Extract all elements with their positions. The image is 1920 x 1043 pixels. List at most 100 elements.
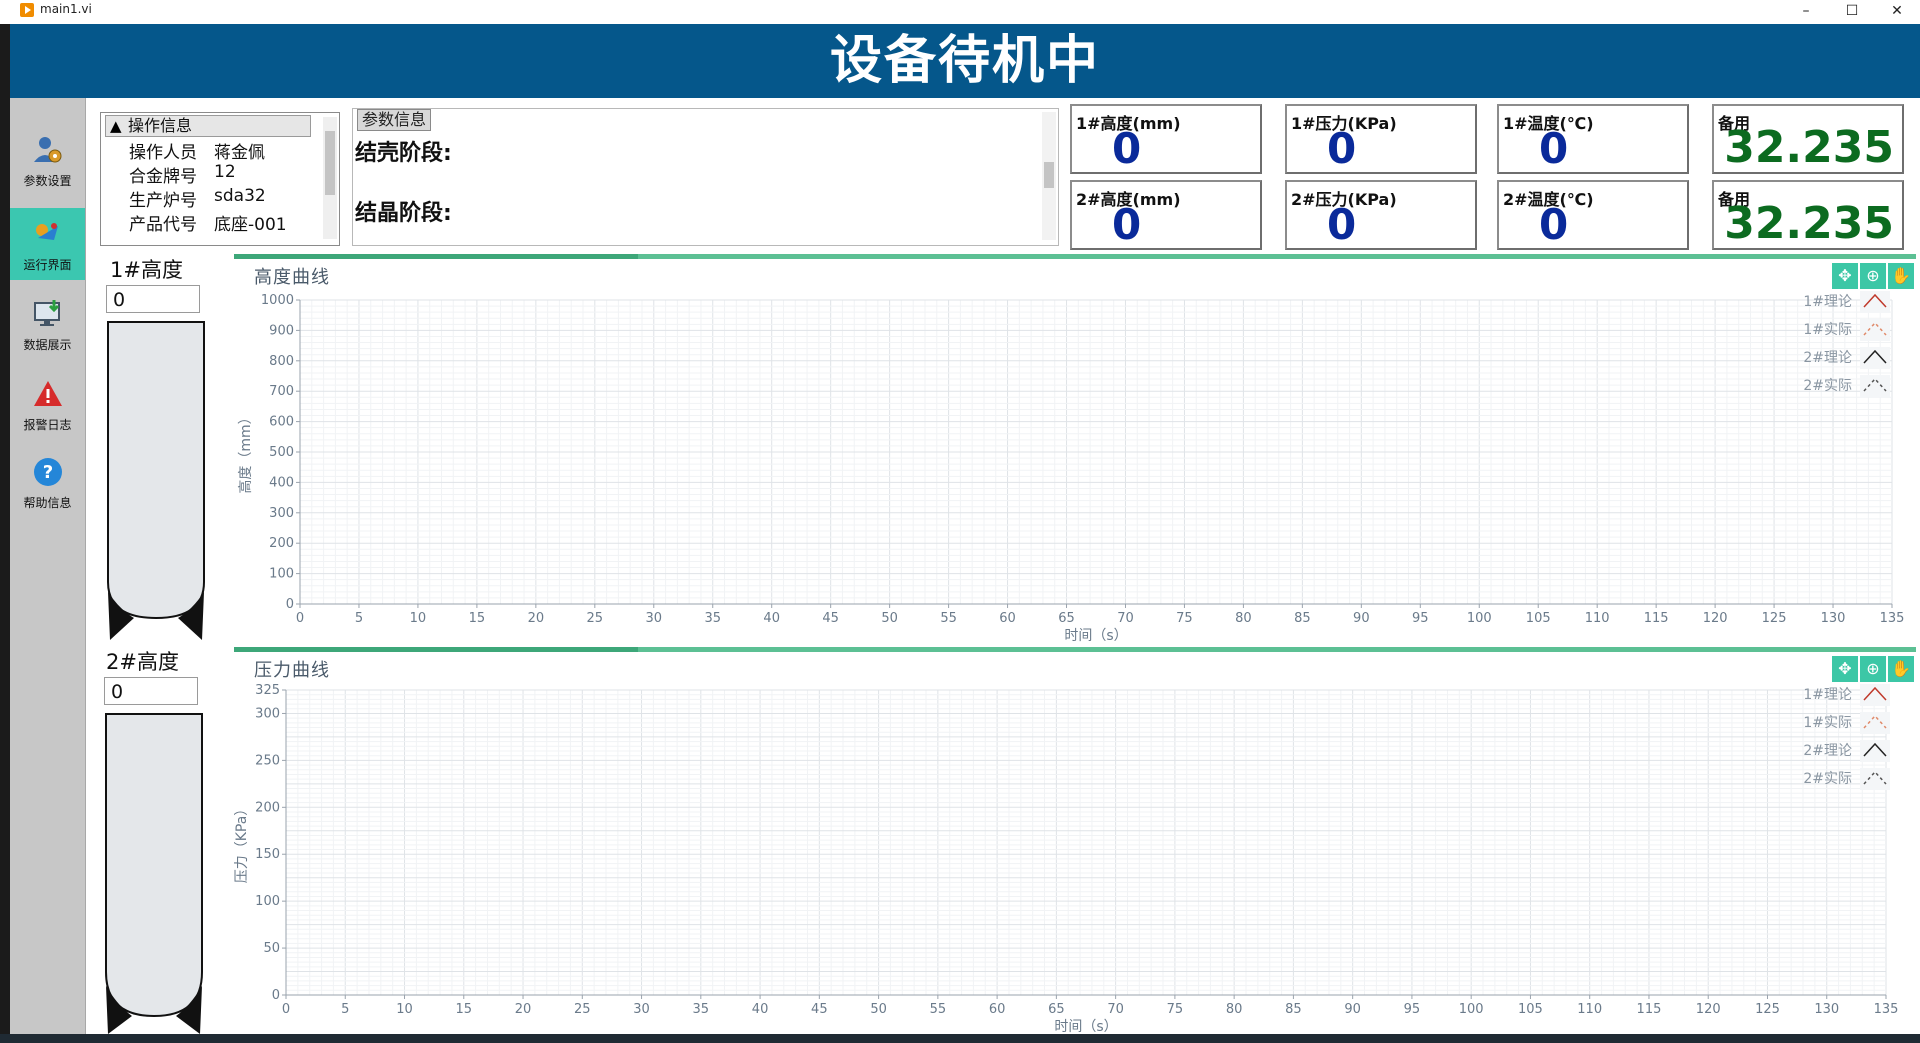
x-tick-label: 100 (1467, 611, 1492, 626)
readout-value: 0 (1112, 200, 1142, 249)
run-interface-icon (36, 223, 58, 240)
y-tick-label: 500 (269, 445, 294, 460)
info-key: 合金牌号 (129, 167, 197, 187)
window-title-bar: main1.vi – ☐ ✕ (0, 0, 1920, 24)
legend-label: 2#实际 (1803, 771, 1852, 787)
x-tick-label: 50 (881, 611, 898, 626)
info-value: 12 (214, 162, 236, 182)
minimize-button[interactable]: – (1783, 0, 1829, 22)
x-tick-label: 100 (1459, 1002, 1484, 1017)
x-tick-label: 105 (1518, 1002, 1543, 1017)
x-tick-label: 70 (1117, 611, 1134, 626)
x-tick-label: 125 (1762, 611, 1787, 626)
sidebar-item-label: 帮助信息 (23, 496, 72, 510)
x-tick-label: 15 (469, 611, 486, 626)
x-tick-label: 55 (940, 611, 957, 626)
tank-2-title: 2#高度 (106, 650, 179, 674)
x-tick-label: 55 (930, 1002, 947, 1017)
x-tick-label: 30 (633, 1002, 650, 1017)
legend-label: 2#理论 (1803, 743, 1852, 759)
app-icon (20, 3, 34, 17)
y-tick-label: 100 (255, 894, 280, 909)
spare-2-readout: 备用 32.235 (1712, 180, 1904, 250)
pressure-chart[interactable]: 0 5 10 15 20 25 30 35 40 45 50 55 60 65 70 75 80 85 90 95 10… (234, 652, 1916, 1034)
legend-label: 1#实际 (1803, 322, 1852, 338)
info-value: 蒋金佩 (214, 143, 265, 163)
pressure-chart-panel: 压力曲线 ✥ ⊕ ✋ 0 5 10 15 20 25 30 35 40 45 50 55 60 65 70 75 8… (234, 647, 1916, 1039)
x-tick-label: 85 (1285, 1002, 1302, 1017)
x-tick-label: 20 (515, 1002, 532, 1017)
left-edge (0, 24, 10, 1034)
legend-swatch-bg (1860, 712, 1890, 734)
height-chart[interactable]: 0 5 10 15 20 25 30 35 40 45 50 55 60 65 70 75 80 85 90 95 10… (234, 259, 1916, 647)
device-status-title: 设备待机中 (829, 31, 1100, 91)
x-tick-label: 0 (296, 611, 304, 626)
y-tick-label: 1000 (261, 293, 294, 308)
tank-2-height-field[interactable]: 0 (104, 677, 198, 705)
y-tick-label: 800 (269, 354, 294, 369)
taskbar-strip (0, 1034, 1920, 1043)
x-tick-label: 10 (410, 611, 427, 626)
height-2-readout: 2#高度(mm) 0 (1070, 180, 1262, 250)
x-tick-label: 25 (574, 1002, 591, 1017)
legend-label: 1#理论 (1803, 294, 1852, 310)
x-tick-label: 0 (282, 1002, 290, 1017)
x-tick-label: 115 (1637, 1002, 1662, 1017)
x-tick-label: 90 (1344, 1002, 1361, 1017)
operator-info-list[interactable]: ▲ 操作信息 操作人员 蒋金佩 合金牌号 12 生产炉号 sda32 产品代号 … (100, 112, 340, 246)
data-display-icon (34, 300, 60, 326)
legend-swatch-bg (1860, 319, 1890, 341)
y-axis-label: 压力（KPa） (234, 802, 250, 884)
svg-text:?: ? (43, 462, 53, 483)
x-tick-label: 110 (1577, 1002, 1602, 1017)
x-tick-label: 95 (1412, 611, 1429, 626)
sidebar-item-label: 参数设置 (23, 174, 72, 188)
x-tick-label: 15 (456, 1002, 473, 1017)
sidebar-item-alarm[interactable]: 报警日志 (10, 368, 85, 440)
info-list-scrollbar[interactable] (323, 117, 337, 239)
legend-label: 2#理论 (1803, 350, 1852, 366)
x-tick-label: 80 (1226, 1002, 1243, 1017)
info-list-header[interactable]: ▲ 操作信息 (105, 115, 311, 137)
x-tick-label: 65 (1048, 1002, 1065, 1017)
info-value: sda32 (214, 186, 266, 206)
y-tick-label: 600 (269, 415, 294, 430)
sidebar-item-params[interactable]: 参数设置 (10, 124, 85, 196)
maximize-button[interactable]: ☐ (1829, 0, 1875, 22)
info-key: 生产炉号 (129, 191, 197, 211)
x-tick-label: 80 (1235, 611, 1252, 626)
x-tick-label: 20 (528, 611, 545, 626)
y-tick-label: 325 (255, 683, 280, 698)
x-tick-label: 130 (1814, 1002, 1839, 1017)
sidebar-item-label: 数据展示 (23, 338, 72, 352)
x-tick-label: 135 (1874, 1002, 1899, 1017)
status-header: 设备待机中 (10, 24, 1920, 98)
x-tick-label: 75 (1176, 611, 1193, 626)
pressure-2-readout: 2#压力(KPa) 0 (1285, 180, 1477, 250)
sidebar-item-label: 运行界面 (23, 258, 72, 272)
sidebar-item-run[interactable]: 运行界面 (10, 208, 85, 280)
readout-value: 32.235 (1724, 198, 1894, 249)
shell-stage-label: 结壳阶段: (355, 141, 452, 166)
crystal-stage-label: 结晶阶段: (355, 201, 452, 226)
close-button[interactable]: ✕ (1874, 0, 1920, 22)
y-tick-label: 0 (272, 988, 280, 1003)
y-tick-label: 300 (269, 506, 294, 521)
window-title: main1.vi (40, 2, 92, 16)
temperature-2-readout: 2#温度(℃) 0 (1497, 180, 1689, 250)
param-info-tag: 参数信息 (357, 109, 432, 131)
tank-1-height-field[interactable]: 0 (106, 285, 200, 313)
info-key: 产品代号 (129, 215, 197, 235)
readout-value: 0 (1327, 200, 1357, 249)
readout-value: 0 (1539, 124, 1569, 173)
pressure-1-readout: 1#压力(KPa) 0 (1285, 104, 1477, 174)
x-tick-label: 50 (870, 1002, 887, 1017)
readout-value: 32.235 (1724, 122, 1894, 173)
sidebar-item-help[interactable]: ? 帮助信息 (10, 446, 85, 518)
param-scrollbar[interactable] (1042, 112, 1056, 240)
param-info-panel: 参数信息 结壳阶段: 结晶阶段: (352, 108, 1059, 246)
x-tick-label: 65 (1058, 611, 1075, 626)
readout-value: 0 (1112, 124, 1142, 173)
x-tick-label: 90 (1353, 611, 1370, 626)
sidebar-item-data[interactable]: 数据展示 (10, 288, 85, 360)
